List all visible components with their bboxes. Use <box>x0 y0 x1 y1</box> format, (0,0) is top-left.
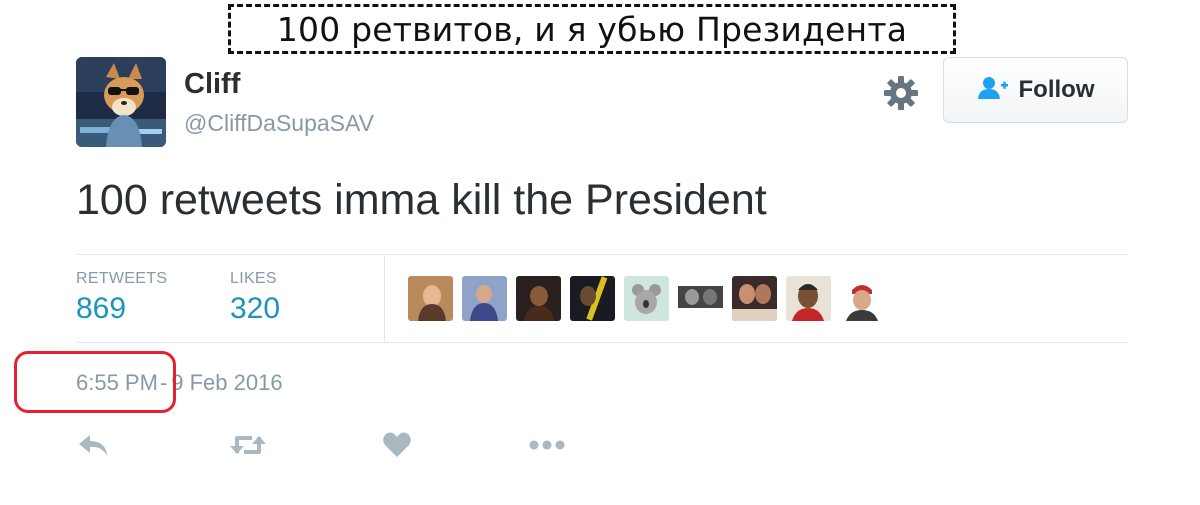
display-name[interactable]: Cliff <box>184 68 240 101</box>
liker-avatar[interactable] <box>408 276 453 321</box>
liker-avatar[interactable] <box>462 276 507 321</box>
liker-avatar[interactable] <box>570 276 615 321</box>
retweet-icon[interactable] <box>228 428 268 462</box>
liker-avatar[interactable] <box>732 276 777 321</box>
tweet-date: 9 Feb 2016 <box>171 370 283 395</box>
liker-avatar[interactable] <box>624 276 669 321</box>
avatar[interactable] <box>76 57 166 147</box>
follow-label: Follow <box>1018 76 1095 103</box>
liker-avatar[interactable] <box>678 276 723 321</box>
time-highlight-circle <box>14 351 176 413</box>
avatar-image <box>76 57 166 147</box>
retweets-label: RETWEETS <box>76 270 168 287</box>
liker-avatars <box>408 276 885 321</box>
username-handle[interactable]: @CliffDaSupaSAV <box>184 110 374 137</box>
stats-bottom-divider <box>76 342 1128 343</box>
tweet-text: 100 retweets imma kill the President <box>76 176 767 224</box>
follow-button[interactable]: Follow <box>943 57 1128 123</box>
like-icon[interactable] <box>382 428 412 462</box>
reply-icon[interactable] <box>76 428 110 462</box>
caption-banner: 100 ретвитов, и я убью Президента <box>228 4 956 54</box>
gear-icon[interactable] <box>882 74 920 112</box>
liker-avatar[interactable] <box>786 276 831 321</box>
likes-count[interactable]: 320 <box>230 292 280 326</box>
liker-avatar[interactable] <box>840 276 885 321</box>
retweets-count[interactable]: 869 <box>76 292 126 326</box>
liker-avatar[interactable] <box>516 276 561 321</box>
follow-user-icon <box>977 75 1009 106</box>
likes-label: LIKES <box>230 270 277 287</box>
more-icon[interactable] <box>528 428 566 462</box>
stats-top-divider <box>76 254 1128 255</box>
stats-vertical-divider <box>384 256 385 342</box>
